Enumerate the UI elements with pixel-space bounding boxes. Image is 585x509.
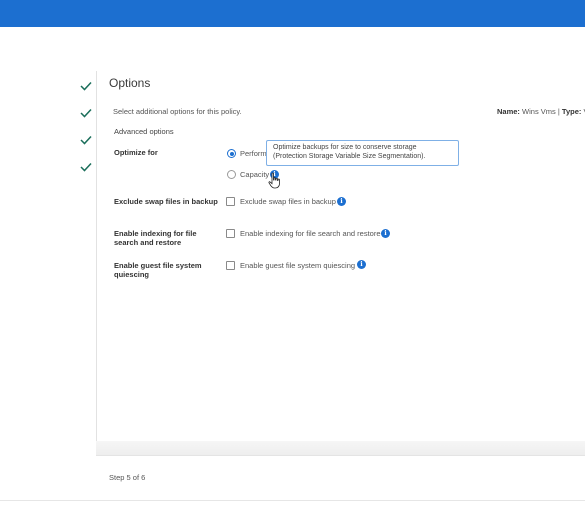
- step-complete-check-icon: [80, 81, 92, 91]
- exclude-swap-label: Exclude swap files in backup: [114, 197, 218, 206]
- enable-indexing-info-icon[interactable]: i: [381, 229, 390, 238]
- step-complete-check-icon: [80, 135, 92, 145]
- capacity-tooltip: Optimize backups for size to conserve st…: [266, 140, 459, 166]
- exclude-swap-checkbox[interactable]: [226, 197, 235, 206]
- bottom-divider: [0, 500, 585, 501]
- optimize-for-label: Optimize for: [114, 148, 158, 157]
- section-title: Advanced options: [114, 127, 174, 136]
- top-app-bar: [0, 0, 585, 27]
- meta-name-value: Wins Vms: [522, 107, 556, 116]
- step-indicator: Step 5 of 6: [109, 473, 146, 482]
- optimize-capacity-label[interactable]: Capacity: [240, 170, 269, 179]
- enable-indexing-checkbox[interactable]: [226, 229, 235, 238]
- optimize-capacity-radio[interactable]: [227, 170, 236, 179]
- enable-indexing-checkbox-label[interactable]: Enable indexing for file search and rest…: [240, 229, 381, 238]
- exclude-swap-info-icon[interactable]: i: [337, 197, 346, 206]
- guest-quiescing-checkbox-label[interactable]: Enable guest file system quiescing: [240, 261, 355, 270]
- policy-meta: Name: Wins Vms | Type: V: [497, 107, 585, 116]
- step-complete-check-icon: [80, 108, 92, 118]
- enable-indexing-label: Enable indexing for file search and rest…: [114, 229, 197, 247]
- guest-quiescing-label: Enable guest file system quiescing: [114, 261, 202, 279]
- optimize-performance-label[interactable]: Perform: [240, 149, 267, 158]
- optimize-performance-radio[interactable]: [227, 149, 236, 158]
- page-subtitle: Select additional options for this polic…: [113, 107, 242, 116]
- guest-quiescing-checkbox[interactable]: [226, 261, 235, 270]
- content-divider: [96, 71, 97, 451]
- guest-quiescing-info-icon[interactable]: i: [357, 260, 366, 269]
- wizard-footer: [96, 455, 585, 500]
- page-title: Options: [109, 76, 151, 90]
- step-complete-check-icon: [80, 162, 92, 172]
- hand-pointer-icon: [268, 172, 282, 189]
- meta-name-label: Name:: [497, 107, 520, 116]
- meta-type-label: Type:: [561, 107, 582, 116]
- meta-separator: |: [557, 107, 560, 116]
- exclude-swap-checkbox-label[interactable]: Exclude swap files in backup: [240, 197, 336, 206]
- footer-shadow: [96, 441, 585, 455]
